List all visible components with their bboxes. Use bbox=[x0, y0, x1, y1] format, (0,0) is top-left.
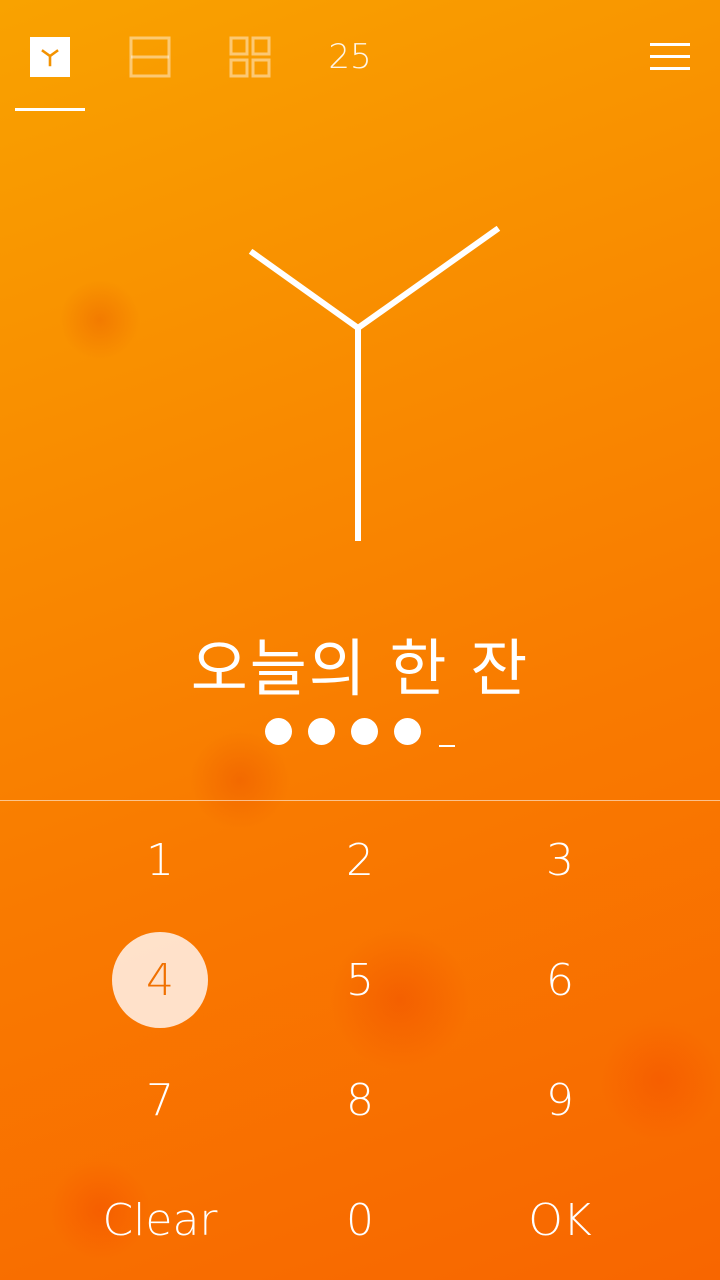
two-panel-icon bbox=[129, 36, 171, 78]
tab-home[interactable] bbox=[15, 22, 85, 92]
key-6[interactable]: 6 bbox=[500, 930, 620, 1030]
y-logo-icon bbox=[248, 225, 501, 541]
top-bar: 25 bbox=[0, 0, 720, 112]
key-7[interactable]: 7 bbox=[100, 1050, 220, 1150]
active-tab-indicator bbox=[15, 108, 85, 111]
grid-icon bbox=[229, 36, 271, 78]
key-3[interactable]: 3 bbox=[500, 810, 620, 910]
pin-dot bbox=[351, 717, 378, 745]
pin-dot bbox=[308, 717, 335, 745]
ok-button[interactable]: OK bbox=[460, 1170, 660, 1270]
key-9[interactable]: 9 bbox=[500, 1050, 620, 1150]
logo-y-icon bbox=[30, 37, 70, 77]
key-1[interactable]: 1 bbox=[100, 810, 220, 910]
keypad: 1 2 3 4 5 6 7 8 9 Clear 0 OK bbox=[0, 800, 720, 1280]
tab-count-label: 25 bbox=[328, 37, 372, 77]
pin-dot bbox=[265, 717, 292, 745]
key-0[interactable]: 0 bbox=[300, 1170, 420, 1270]
tab-grid[interactable] bbox=[215, 22, 285, 92]
key-8[interactable]: 8 bbox=[300, 1050, 420, 1150]
page-title: 오늘의 한 잔 bbox=[190, 632, 530, 705]
key-5[interactable]: 5 bbox=[300, 930, 420, 1030]
clear-button[interactable]: Clear bbox=[60, 1170, 260, 1270]
pin-cursor bbox=[439, 745, 455, 747]
pin-indicator bbox=[0, 715, 720, 747]
hamburger-menu-icon[interactable] bbox=[640, 30, 700, 82]
key-2[interactable]: 2 bbox=[300, 810, 420, 910]
pin-dot bbox=[394, 717, 421, 745]
tab-count[interactable]: 25 bbox=[315, 22, 385, 92]
tab-two-panel[interactable] bbox=[115, 22, 185, 92]
key-4[interactable]: 4 bbox=[100, 930, 220, 1030]
